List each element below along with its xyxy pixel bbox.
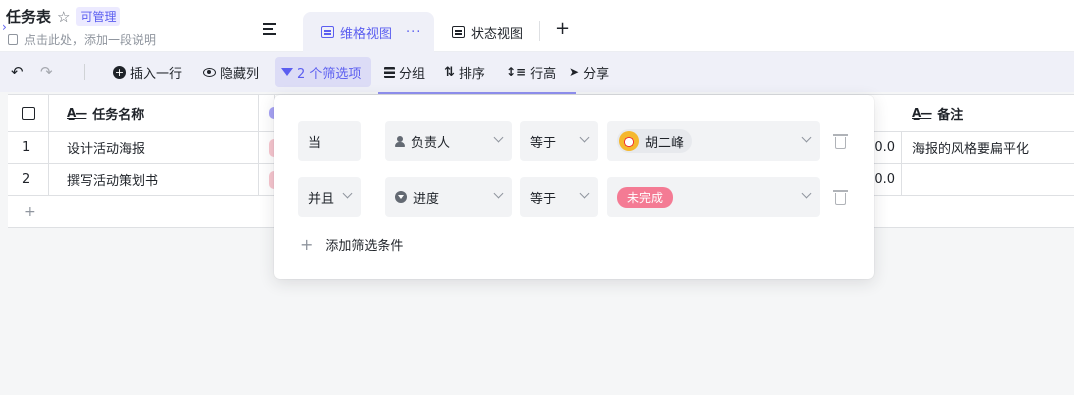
group-button[interactable]: 分组 (384, 52, 425, 92)
chevron-down-icon (493, 132, 504, 143)
number-cell[interactable]: 0.0 (872, 164, 902, 195)
chevron-down-icon (801, 132, 812, 143)
tab-status-view[interactable]: 状态视图 (452, 12, 523, 52)
sort-icon: ⇅ (444, 64, 455, 80)
field-select-value: 进度 (413, 191, 440, 207)
insert-row-label: 插入一行 (130, 66, 183, 82)
conjunction-text: 并且 (308, 191, 335, 207)
filter-button[interactable]: 2 个筛选项 (275, 57, 371, 87)
column-header-task-name[interactable]: A̲— 任务名称 (49, 95, 259, 131)
delete-condition-icon[interactable] (833, 134, 848, 149)
operator-select[interactable]: 等于 (520, 121, 598, 161)
header-bar: › 任务表 ☆ 可管理 点击此处，添加一段说明 维格视图 ··· 状态视图 + (0, 0, 1074, 52)
operator-select-value: 等于 (530, 135, 557, 151)
status-tag: 未完成 (617, 186, 674, 208)
chevron-down-icon (579, 132, 590, 143)
value-select[interactable]: 胡二峰 (607, 121, 820, 161)
column-header-status[interactable] (259, 95, 275, 131)
delete-condition-icon[interactable] (833, 190, 848, 205)
conjunction-select[interactable]: 并且 (298, 177, 361, 217)
user-chip: 胡二峰 (617, 129, 693, 153)
title-row: 任务表 ☆ 可管理 (6, 6, 121, 27)
add-row-button[interactable]: + (8, 196, 36, 227)
tab-label: 维格视图 (340, 26, 393, 42)
plus-icon: + (300, 235, 314, 254)
text-field-icon: A̲— (912, 106, 932, 120)
undo-icon[interactable]: ↶ (11, 52, 24, 92)
number-cell[interactable]: 0.0 (872, 132, 902, 163)
value-select[interactable]: 未完成 (607, 177, 820, 217)
add-view-button[interactable]: + (555, 18, 570, 39)
task-name-cell[interactable]: 设计活动海报 (49, 132, 259, 163)
operator-select[interactable]: 等于 (520, 177, 598, 217)
user-name: 胡二峰 (645, 135, 685, 151)
conjunction-label: 当 (298, 121, 361, 161)
person-icon (395, 135, 405, 147)
star-icon[interactable]: ☆ (57, 8, 70, 26)
chevron-down-icon (801, 188, 812, 199)
progress-cell[interactable] (259, 132, 275, 163)
avatar (619, 131, 639, 151)
sort-label: 排序 (458, 66, 485, 82)
description-icon (8, 34, 18, 45)
description-row[interactable]: 点击此处，添加一段说明 (8, 31, 156, 48)
add-condition-label: 添加筛选条件 (325, 239, 404, 254)
eye-icon (203, 67, 216, 77)
chevron-down-icon (342, 188, 353, 199)
hide-columns-label: 隐藏列 (220, 66, 260, 82)
row-index: 2 (8, 164, 49, 195)
row-index: 1 (8, 132, 49, 163)
share-button[interactable]: ➤ 分享 (569, 52, 609, 92)
add-circle-icon: + (113, 65, 126, 79)
note-cell[interactable] (902, 164, 1074, 195)
chevron-down-icon (493, 188, 504, 199)
chevron-down-icon (579, 188, 590, 199)
row-height-label: 行高 (530, 66, 557, 82)
row-height-button[interactable]: ↕≡ 行高 (506, 52, 556, 92)
filter-popover: 当 负责人 等于 胡二峰 并且 进度 等于 未完成 + 添加筛选条件 (274, 95, 874, 279)
toolbar: ↶ ↷ + 插入一行 隐藏列 2 个筛选项 分组 ⇅ 排序 ↕≡ 行高 ➤ 分享 (0, 52, 1074, 92)
view-list-toggle-icon[interactable] (263, 23, 279, 39)
tab-label: 状态视图 (471, 26, 524, 42)
filter-label: 2 个筛选项 (297, 66, 362, 82)
single-select-icon (395, 191, 407, 203)
group-icon (384, 66, 395, 78)
tab-divider (539, 21, 540, 41)
column-header-label: 备注 (937, 107, 964, 123)
share-label: 分享 (583, 66, 610, 82)
select-all-checkbox[interactable] (22, 106, 35, 120)
redo-icon[interactable]: ↷ (40, 52, 53, 92)
send-icon: ➤ (569, 65, 580, 79)
progress-cell[interactable] (259, 164, 275, 195)
field-select-value: 负责人 (411, 135, 451, 151)
insert-row-button[interactable]: + 插入一行 (113, 52, 182, 92)
page-title[interactable]: 任务表 (6, 6, 51, 27)
column-header-label: 任务名称 (92, 107, 145, 123)
tab-grid-view[interactable]: 维格视图 ··· (303, 12, 434, 52)
task-name-cell[interactable]: 撰写活动策划书 (49, 164, 259, 195)
group-label: 分组 (399, 66, 426, 82)
permission-badge: 可管理 (76, 7, 121, 26)
column-header-note[interactable]: A̲— 备注 (902, 95, 1074, 131)
grid-view-icon (452, 26, 465, 38)
grid-view-icon (321, 26, 334, 38)
field-select[interactable]: 负责人 (385, 121, 512, 161)
operator-select-value: 等于 (530, 191, 557, 207)
field-select[interactable]: 进度 (385, 177, 512, 217)
description-placeholder: 点击此处，添加一段说明 (24, 33, 157, 47)
add-condition-button[interactable]: + 添加筛选条件 (300, 235, 403, 254)
select-all-cell[interactable] (8, 95, 49, 131)
conjunction-text: 当 (308, 135, 322, 151)
text-field-icon: A̲— (67, 106, 87, 120)
sort-button[interactable]: ⇅ 排序 (444, 52, 485, 92)
filter-icon (281, 68, 293, 76)
note-cell[interactable]: 海报的风格要扁平化 (902, 132, 1074, 163)
hide-columns-button[interactable]: 隐藏列 (203, 52, 259, 92)
tab-more-icon[interactable]: ··· (406, 25, 421, 40)
row-height-icon: ↕≡ (506, 65, 527, 79)
toolbar-divider (84, 64, 85, 80)
